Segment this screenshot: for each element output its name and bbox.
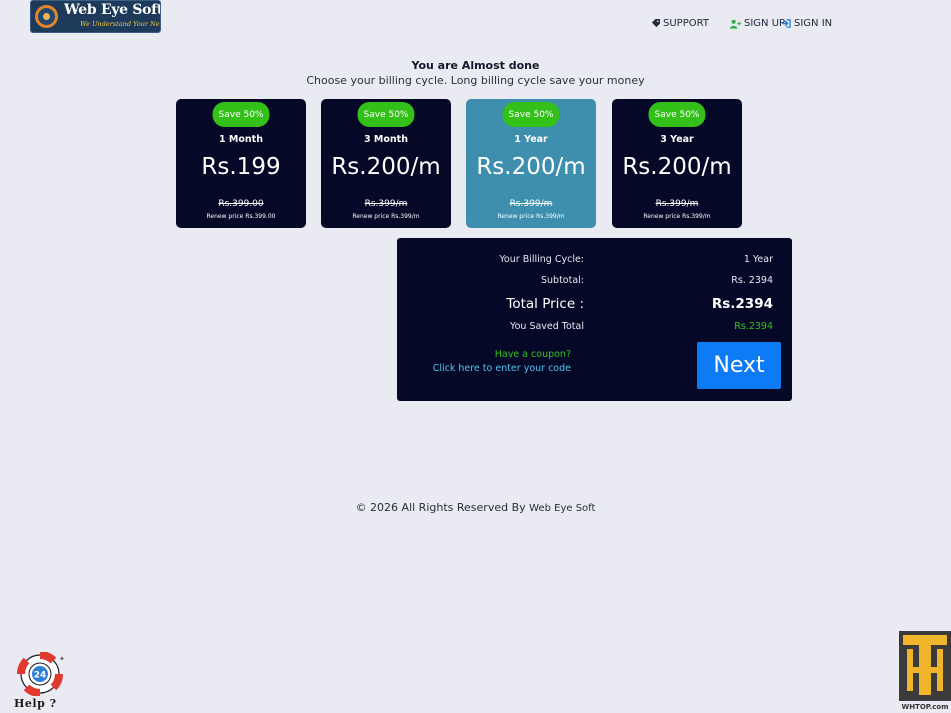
ticket-icon: [651, 19, 660, 28]
save-badge: Save 50%: [648, 102, 706, 127]
whtop-watermark: WHTOP.com: [899, 629, 951, 713]
page-heading: You are Almost done: [411, 59, 540, 72]
lifebuoy-24-icon: 24 ✦: [17, 652, 64, 696]
nav-signin-link[interactable]: SIGN IN: [782, 18, 832, 29]
save-badge: Save 50%: [212, 102, 270, 127]
enter-coupon-link[interactable]: Click here to enter your code: [433, 363, 571, 374]
plan-renew-price: Renew price Rs.399/m: [352, 213, 420, 220]
help-widget[interactable]: 24 ✦ Help ?: [12, 652, 72, 710]
eye-logo-icon: [35, 5, 58, 28]
plan-old-price: Rs.399/m: [655, 199, 699, 209]
billing-cycle-label: Your Billing Cycle:: [499, 254, 584, 265]
site-logo[interactable]: Web Eye Soft We Understand Your Needs: [30, 0, 161, 33]
nav-signup-label: SIGN UP: [744, 18, 786, 29]
nav-signin-label: SIGN IN: [794, 18, 833, 29]
plan-price: Rs.200/m: [331, 154, 441, 180]
plan-price: Rs.200/m: [476, 154, 586, 180]
plan-price: Rs.200/m: [622, 154, 732, 180]
nav-support-label: SUPPORT: [663, 18, 709, 29]
subtotal-value: Rs. 2394: [731, 275, 773, 286]
plan-cycle: 3 Month: [364, 134, 408, 145]
help-24-text: 24: [34, 671, 47, 681]
next-button[interactable]: Next: [697, 342, 781, 389]
user-plus-icon: [730, 19, 741, 29]
coupon-question: Have a coupon?: [494, 349, 571, 360]
plan-card-3-month[interactable]: Save 50% 3 Month Rs.200/m Rs.399/m Renew…: [321, 99, 451, 228]
order-summary-panel: Your Billing Cycle: 1 Year Subtotal: Rs.…: [397, 238, 792, 401]
logo-tagline: We Understand Your Needs: [80, 20, 160, 28]
total-price-label: Total Price :: [506, 296, 584, 312]
footer-brand: Web Eye Soft: [529, 503, 596, 514]
whtop-logo-icon: [899, 631, 951, 701]
nav-signup-link[interactable]: SIGN UP: [730, 18, 785, 29]
subtotal-label: Subtotal:: [540, 275, 584, 286]
saved-total-value: Rs.2394: [734, 321, 773, 332]
saved-total-label: You Saved Total: [510, 321, 584, 332]
sign-in-icon: [782, 19, 791, 28]
nav-support-link[interactable]: SUPPORT: [651, 18, 709, 29]
svg-text:✦: ✦: [59, 655, 64, 663]
save-badge: Save 50%: [502, 102, 560, 127]
total-price-value: Rs.2394: [711, 296, 773, 312]
plan-renew-price: Renew price Rs.399/m: [643, 213, 711, 220]
copyright-text: © 2026 All Rights Reserved By: [355, 501, 526, 514]
help-label: Help ?: [14, 697, 57, 710]
footer-copyright: © 2026 All Rights Reserved By Web Eye So…: [0, 501, 951, 514]
logo-title: Web Eye Soft: [64, 2, 161, 18]
plan-price: Rs.199: [201, 154, 281, 180]
page-subheading: Choose your billing cycle. Long billing …: [306, 74, 645, 87]
plan-renew-price: Renew price Rs.399.00: [206, 213, 276, 220]
billing-cycle-value: 1 Year: [743, 254, 773, 265]
save-badge: Save 50%: [357, 102, 415, 127]
plan-card-1-month[interactable]: Save 50% 1 Month Rs.199 Rs.399.00 Renew …: [176, 99, 306, 228]
plan-cycle: 3 Year: [660, 134, 694, 145]
plan-old-price: Rs.399/m: [364, 199, 408, 209]
plan-renew-price: Renew price Rs.399/m: [497, 213, 565, 220]
plan-old-price: Rs.399.00: [218, 199, 264, 209]
plan-old-price: Rs.399/m: [509, 199, 553, 209]
watermark-text: WHTOP.com: [901, 703, 949, 711]
plan-card-3-year[interactable]: Save 50% 3 Year Rs.200/m Rs.399/m Renew …: [612, 99, 742, 228]
plan-card-1-year[interactable]: Save 50% 1 Year Rs.200/m Rs.399/m Renew …: [466, 99, 596, 228]
plan-cycle: 1 Month: [219, 134, 263, 145]
plan-cycle: 1 Year: [514, 134, 548, 145]
